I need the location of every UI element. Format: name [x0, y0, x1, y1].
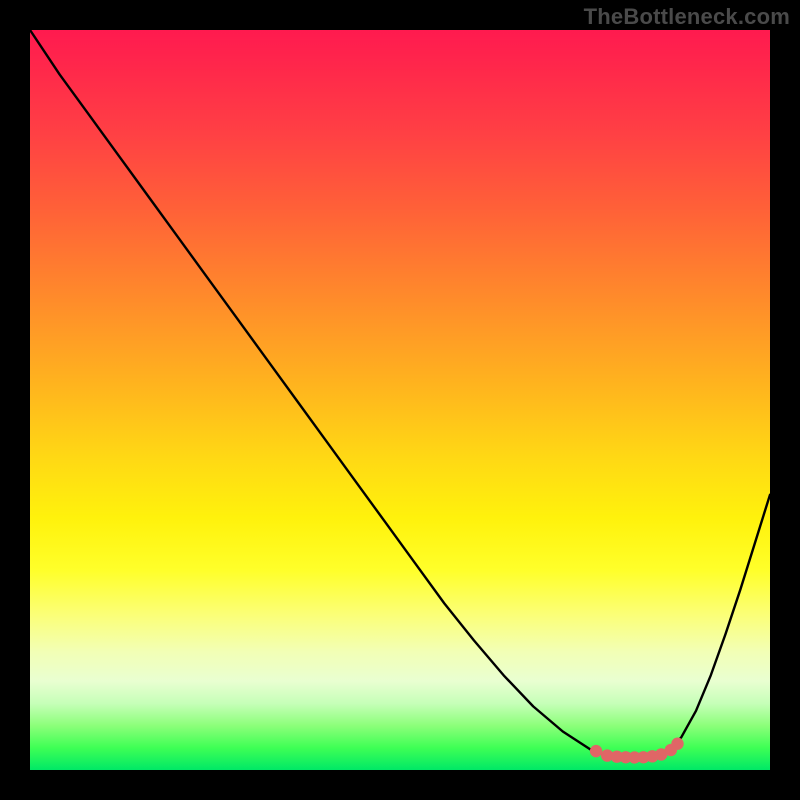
bottleneck-curve	[30, 30, 770, 757]
curve-layer	[30, 30, 770, 770]
plot-area	[30, 30, 770, 770]
curve-marker	[671, 738, 683, 750]
chart-frame: TheBottleneck.com	[0, 0, 800, 800]
curve-markers	[590, 738, 684, 764]
watermark-text: TheBottleneck.com	[584, 4, 790, 30]
curve-marker	[590, 745, 602, 757]
